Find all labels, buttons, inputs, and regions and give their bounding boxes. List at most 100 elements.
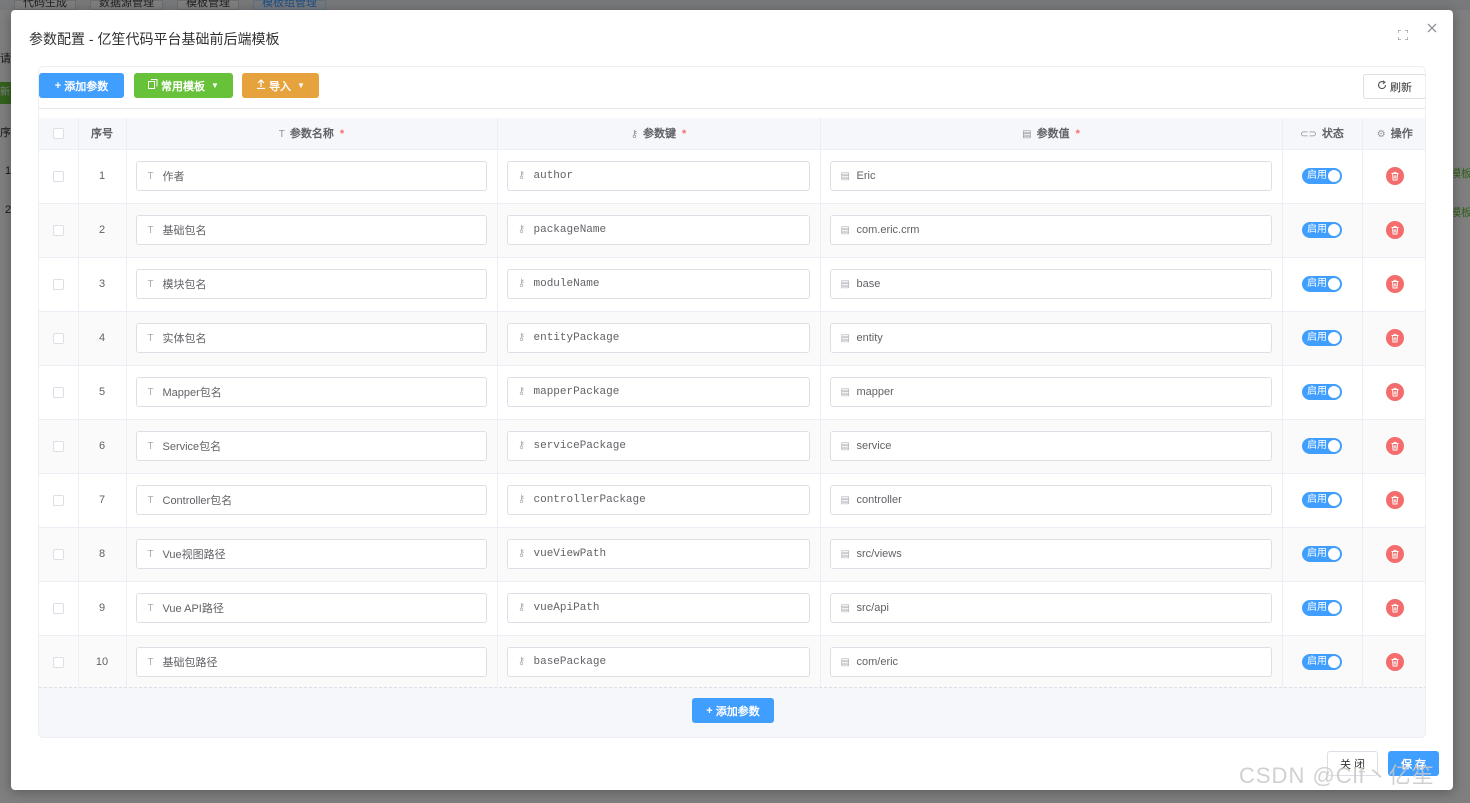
footer-add-parameter-button[interactable]: + 添加参数 (692, 698, 774, 723)
table-row: 6 T Service包名 ⚷ servicePackage ▤ service 启用 (39, 419, 1425, 474)
param-name-input[interactable]: T Controller包名 (135, 485, 487, 515)
status-toggle[interactable]: 启用 (1302, 600, 1342, 616)
status-toggle[interactable]: 启用 (1302, 438, 1342, 454)
param-name-value: Service包名 (162, 441, 222, 453)
refresh-label: 刷新 (1390, 81, 1412, 94)
status-cell: 启用 (1282, 311, 1363, 366)
param-key-input[interactable]: ⚷ vueViewPath (506, 539, 810, 569)
row-checkbox[interactable] (52, 440, 64, 452)
param-key-input[interactable]: ⚷ entityPackage (506, 323, 810, 353)
param-value-input[interactable]: ▤ com/eric (829, 647, 1272, 677)
text-icon: T (278, 129, 285, 141)
document-icon: ▤ (840, 440, 850, 452)
toggle-knob (1328, 494, 1340, 506)
trash-icon (1391, 657, 1399, 667)
delete-button[interactable] (1385, 167, 1404, 185)
param-key-value: author (533, 170, 574, 182)
row-select-cell (39, 635, 79, 690)
close-icon[interactable] (1425, 21, 1439, 35)
delete-button[interactable] (1385, 491, 1404, 509)
action-cell (1362, 419, 1425, 474)
param-value-input[interactable]: ▤ src/api (829, 593, 1272, 623)
row-checkbox[interactable] (52, 224, 64, 236)
row-checkbox[interactable] (52, 386, 64, 398)
param-value-value: Eric (856, 170, 876, 182)
status-toggle[interactable]: 启用 (1302, 384, 1342, 400)
param-name-input[interactable]: T Mapper包名 (135, 377, 487, 407)
delete-button[interactable] (1385, 599, 1404, 617)
param-key-input[interactable]: ⚷ mapperPackage (506, 377, 810, 407)
param-name-input[interactable]: T 作者 (135, 161, 487, 191)
document-icon: ▤ (1022, 129, 1032, 141)
param-value-input[interactable]: ▤ mapper (829, 377, 1272, 407)
row-checkbox[interactable] (52, 278, 64, 290)
row-index: 7 (78, 473, 127, 528)
row-checkbox[interactable] (52, 548, 64, 560)
row-checkbox[interactable] (52, 332, 64, 344)
param-name-input[interactable]: T 基础包路径 (135, 647, 487, 677)
status-toggle-label: 启用 (1307, 440, 1327, 451)
status-toggle-label: 启用 (1307, 332, 1327, 343)
param-name-input[interactable]: T 模块包名 (135, 269, 487, 299)
param-key-input[interactable]: ⚷ servicePackage (506, 431, 810, 461)
delete-button[interactable] (1385, 653, 1404, 671)
param-name-input[interactable]: T Service包名 (135, 431, 487, 461)
row-index: 2 (78, 203, 127, 258)
status-toggle[interactable]: 启用 (1302, 222, 1342, 238)
status-toggle-label: 启用 (1307, 656, 1327, 667)
text-icon: T (147, 386, 154, 398)
delete-button[interactable] (1385, 275, 1404, 293)
row-checkbox[interactable] (52, 656, 64, 668)
key-icon: ⚷ (517, 279, 526, 290)
action-cell (1362, 635, 1425, 690)
fullscreen-icon[interactable] (1397, 29, 1409, 42)
param-value-input[interactable]: ▤ Eric (829, 161, 1272, 191)
common-template-dropdown[interactable]: 常用模板 ▼ (134, 73, 233, 98)
select-all-checkbox[interactable] (52, 127, 64, 139)
import-dropdown[interactable]: 导入 ▼ (242, 73, 319, 98)
key-cell: ⚷ vueViewPath (497, 527, 821, 582)
row-checkbox[interactable] (52, 494, 64, 506)
param-name-value: 基础包路径 (162, 657, 218, 669)
status-toggle[interactable]: 启用 (1302, 168, 1342, 184)
required-mark: * (682, 128, 687, 141)
status-toggle[interactable]: 启用 (1302, 654, 1342, 670)
table-row: 3 T 模块包名 ⚷ moduleName ▤ base 启用 (39, 257, 1425, 312)
param-value-input[interactable]: ▤ base (829, 269, 1272, 299)
delete-button[interactable] (1385, 437, 1404, 455)
param-name-value: 作者 (162, 171, 185, 183)
document-icon: ▤ (840, 548, 850, 560)
name-cell: T Service包名 (126, 419, 498, 474)
status-toggle[interactable]: 启用 (1302, 330, 1342, 346)
param-key-input[interactable]: ⚷ controllerPackage (506, 485, 810, 515)
status-toggle[interactable]: 启用 (1302, 276, 1342, 292)
toggle-knob (1328, 224, 1340, 236)
param-key-input[interactable]: ⚷ author (506, 161, 810, 191)
delete-button[interactable] (1385, 329, 1404, 347)
param-value-input[interactable]: ▤ com.eric.crm (829, 215, 1272, 245)
delete-button[interactable] (1385, 221, 1404, 239)
status-toggle[interactable]: 启用 (1302, 492, 1342, 508)
param-value-input[interactable]: ▤ src/views (829, 539, 1272, 569)
row-checkbox[interactable] (52, 602, 64, 614)
param-value-input[interactable]: ▤ controller (829, 485, 1272, 515)
param-key-value: vueApiPath (533, 602, 600, 614)
delete-button[interactable] (1385, 383, 1404, 401)
param-name-input[interactable]: T Vue API路径 (135, 593, 487, 623)
param-name-input[interactable]: T Vue视图路径 (135, 539, 487, 569)
refresh-button[interactable]: 刷新 (1363, 74, 1425, 99)
param-key-input[interactable]: ⚷ basePackage (506, 647, 810, 677)
param-value-input[interactable]: ▤ service (829, 431, 1272, 461)
param-key-input[interactable]: ⚷ packageName (506, 215, 810, 245)
param-key-input[interactable]: ⚷ vueApiPath (506, 593, 810, 623)
row-select-cell (39, 203, 79, 258)
row-checkbox[interactable] (52, 170, 64, 182)
param-name-input[interactable]: T 实体包名 (135, 323, 487, 353)
status-toggle[interactable]: 启用 (1302, 546, 1342, 562)
add-parameter-button[interactable]: + 添加参数 (39, 73, 124, 98)
status-cell: 启用 (1282, 149, 1363, 204)
param-key-input[interactable]: ⚷ moduleName (506, 269, 810, 299)
param-name-input[interactable]: T 基础包名 (135, 215, 487, 245)
param-value-input[interactable]: ▤ entity (829, 323, 1272, 353)
delete-button[interactable] (1385, 545, 1404, 563)
